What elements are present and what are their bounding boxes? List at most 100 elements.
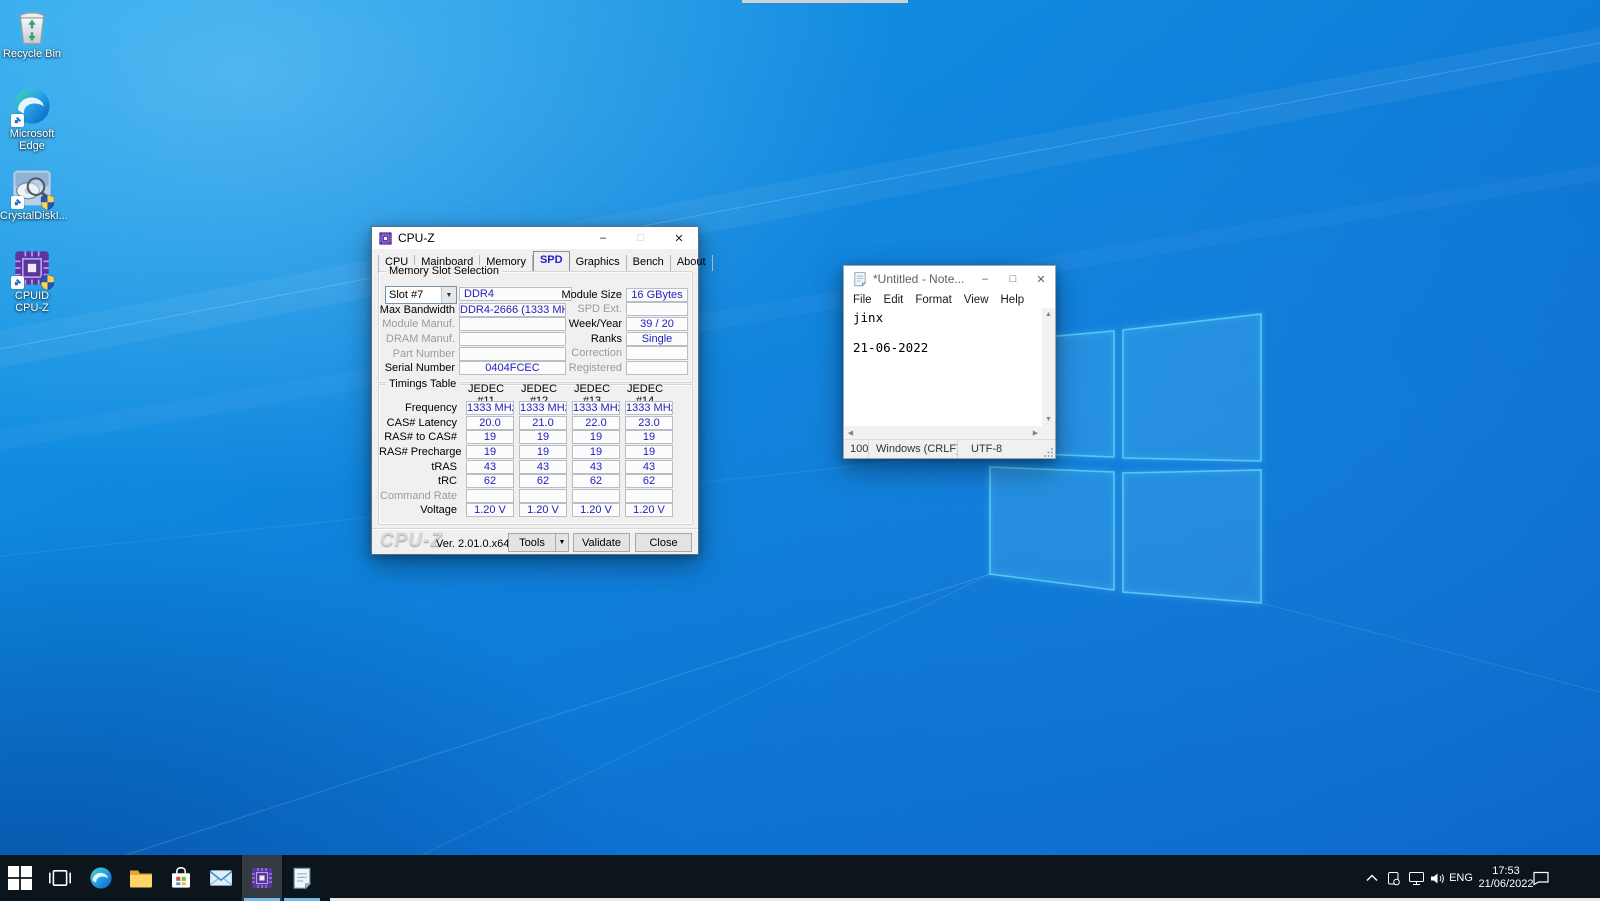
- field-label: Module Size: [529, 289, 626, 301]
- desktop-icon-label: Recycle Bin: [0, 48, 64, 60]
- zoom-level: 100: [844, 440, 869, 458]
- chevron-down-icon[interactable]: ▼: [441, 287, 456, 303]
- timings-row-ras-precharge: RAS# Precharge19191919: [379, 445, 692, 460]
- tab-graphics[interactable]: Graphics: [570, 255, 627, 271]
- close-button[interactable]: Close: [635, 533, 692, 552]
- memory-slot-value: Slot #7: [386, 289, 441, 301]
- menu-help[interactable]: Help: [995, 294, 1031, 306]
- timings-cell: 43: [625, 460, 673, 474]
- language-indicator[interactable]: ENG: [1446, 855, 1476, 901]
- timings-cell: 22.0: [572, 416, 620, 430]
- validate-button[interactable]: Validate: [573, 533, 630, 552]
- tools-button[interactable]: Tools: [508, 533, 555, 552]
- desktop-icon-label: CPUID CPU-Z: [0, 290, 64, 314]
- timings-cell: 19: [466, 445, 514, 459]
- desktop-icon-crystaldiski[interactable]: CrystalDiskI...: [0, 168, 64, 222]
- network-icon[interactable]: [1406, 855, 1426, 901]
- field-label: SPD Ext.: [529, 303, 626, 315]
- timings-row-tras: tRAS43434343: [379, 459, 692, 474]
- maximize-button[interactable]: □: [999, 266, 1027, 292]
- notepad-text-area[interactable]: jinx 21-06-2022: [844, 308, 1042, 426]
- scroll-right-icon[interactable]: ▶: [1029, 426, 1042, 439]
- version-label: Ver. 2.01.0.x64: [436, 538, 509, 550]
- timings-row-cas-latency: CAS# Latency20.021.022.023.0: [379, 416, 692, 431]
- scroll-left-icon[interactable]: ◀: [844, 426, 857, 439]
- field-label: Max Bandwidth: [379, 304, 459, 316]
- tab-spd[interactable]: SPD: [533, 251, 570, 272]
- timings-row-label: CAS# Latency: [379, 417, 461, 429]
- taskbar: ENG 17:53 21/06/2022: [0, 855, 1600, 901]
- edge-icon: [89, 866, 113, 890]
- time-label: 17:53: [1492, 865, 1520, 878]
- timings-cell: 1333 MHz: [466, 401, 514, 415]
- taskbar-task-view-button[interactable]: [40, 855, 80, 901]
- cpuz-titlebar[interactable]: CPU-Z – □ ✕: [372, 227, 698, 249]
- menu-edit[interactable]: Edit: [878, 294, 910, 306]
- hidden-icons-chevron[interactable]: [1363, 855, 1381, 901]
- maximize-button: □: [622, 227, 660, 249]
- desktop-icon-recycle-bin[interactable]: Recycle Bin: [0, 6, 64, 60]
- timings-row-label: tRC: [379, 475, 461, 487]
- desktop-wallpaper: [0, 0, 1600, 901]
- action-center-icon[interactable]: [1524, 855, 1558, 901]
- timings-row-label: Frequency: [379, 402, 461, 414]
- cpuz-window-title: CPU-Z: [398, 231, 584, 245]
- cpuz-logo: CPU-Z: [380, 530, 443, 552]
- timings-cell: 19: [519, 445, 567, 459]
- scroll-up-icon[interactable]: ▲: [1042, 308, 1055, 321]
- task-view-icon: [48, 866, 72, 890]
- tab-about[interactable]: About: [671, 255, 713, 271]
- taskbar-file-explorer-button[interactable]: [121, 855, 161, 901]
- taskbar-start-button[interactable]: [0, 855, 40, 901]
- vertical-scrollbar[interactable]: ▲ ▼: [1042, 308, 1055, 426]
- minimize-button[interactable]: –: [584, 227, 622, 249]
- timings-cell: 62: [572, 474, 620, 488]
- timings-cell: [519, 489, 567, 503]
- taskbar-edge-button[interactable]: [81, 855, 121, 901]
- timings-row-label: RAS# to CAS#: [379, 431, 461, 443]
- close-window-icon[interactable]: ✕: [660, 227, 698, 249]
- menu-file[interactable]: File: [847, 294, 878, 306]
- recycle-bin-icon: [12, 6, 52, 46]
- taskbar-store-button[interactable]: [161, 855, 201, 901]
- desktop-icon-microsoft-edge[interactable]: Microsoft Edge: [0, 86, 64, 152]
- menu-view[interactable]: View: [958, 294, 995, 306]
- timings-table-group: Timings Table JEDEC #11JEDEC #12JEDEC #1…: [378, 384, 693, 525]
- timings-cell: [572, 489, 620, 503]
- desktop-icon-cpuid-cpu-z[interactable]: CPUID CPU-Z: [0, 248, 64, 314]
- cpuz-app-icon: [378, 231, 393, 246]
- horizontal-scrollbar[interactable]: ◀ ▶: [844, 426, 1042, 439]
- tab-bench[interactable]: Bench: [627, 255, 671, 271]
- wallpaper-light-rays: [0, 0, 1600, 901]
- timings-rows: Frequency1333 MHz1333 MHz1333 MHz1333 MH…: [379, 401, 692, 518]
- timings-row-label: RAS# Precharge: [379, 446, 461, 458]
- tools-dropdown-icon[interactable]: ▼: [555, 533, 569, 552]
- tray-phone-icon[interactable]: [1384, 855, 1402, 901]
- cpuz-icon: [250, 866, 274, 890]
- memory-slot-select[interactable]: Slot #7 ▼: [385, 286, 457, 304]
- volume-icon[interactable]: [1427, 855, 1447, 901]
- scroll-down-icon[interactable]: ▼: [1042, 413, 1055, 426]
- notepad-window-title: *Untitled - Note...: [873, 272, 971, 286]
- field-label: Week/Year: [529, 318, 626, 330]
- timings-cell: 1333 MHz: [519, 401, 567, 415]
- field-value: [626, 361, 688, 375]
- resize-grip[interactable]: [1044, 447, 1054, 457]
- notepad-titlebar[interactable]: *Untitled - Note... – □ ✕: [844, 266, 1055, 292]
- group-label: Memory Slot Selection: [386, 265, 502, 277]
- close-window-icon[interactable]: ✕: [1027, 266, 1055, 292]
- timings-row-frequency: Frequency1333 MHz1333 MHz1333 MHz1333 MH…: [379, 401, 692, 416]
- menu-format[interactable]: Format: [909, 294, 957, 306]
- minimize-button[interactable]: –: [971, 266, 999, 292]
- timings-cell: 20.0: [466, 416, 514, 430]
- notepad-statusbar: 100 Windows (CRLF) UTF-8: [844, 439, 1055, 458]
- field-value: 16 GBytes: [626, 288, 688, 302]
- taskbar-cpuz-button[interactable]: [242, 855, 282, 901]
- shortcut-arrow-icon: [11, 276, 24, 289]
- scrollbar-corner: [1042, 426, 1055, 439]
- timings-cell: 1333 MHz: [625, 401, 673, 415]
- taskbar-notepad-button[interactable]: [282, 855, 322, 901]
- taskbar-mail-button[interactable]: [201, 855, 241, 901]
- line-ending: Windows (CRLF): [869, 440, 958, 458]
- field-label: Ranks: [529, 333, 626, 345]
